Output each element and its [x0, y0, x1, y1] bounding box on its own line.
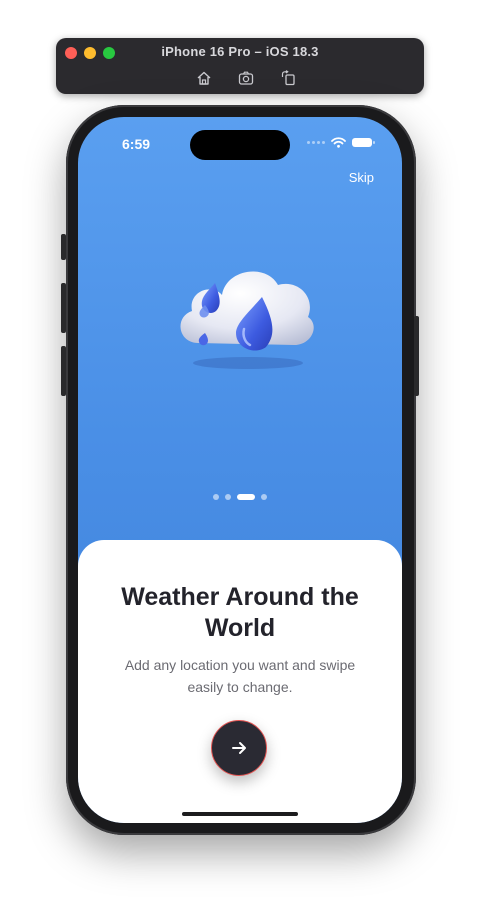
next-button[interactable]	[211, 720, 267, 776]
onboarding-headline: Weather Around the World	[121, 583, 359, 642]
onboarding-card: Weather Around the World Add any locatio…	[78, 540, 402, 823]
dynamic-island	[190, 130, 290, 160]
page-dot[interactable]	[261, 494, 267, 500]
battery-icon	[352, 138, 375, 147]
action-button	[61, 234, 66, 260]
page-dot[interactable]	[213, 494, 219, 500]
power-button	[414, 316, 419, 396]
home-icon[interactable]	[194, 68, 214, 88]
volume-down-button	[61, 346, 66, 396]
arrow-right-icon	[232, 742, 246, 754]
home-indicator[interactable]	[182, 812, 298, 816]
page-dot[interactable]	[225, 494, 231, 500]
status-icons	[307, 137, 375, 148]
skip-button[interactable]: Skip	[349, 170, 374, 185]
volume-up-button	[61, 283, 66, 333]
status-time: 6:59	[122, 136, 151, 152]
onboarding-screen: 6:59 Skip Weather Around the World Add a…	[78, 117, 402, 823]
cellular-icon	[307, 141, 325, 144]
simulator-title: iPhone 16 Pro – iOS 18.3	[161, 44, 319, 59]
onboarding-subtitle: Add any location you want and swipe easi…	[124, 657, 356, 695]
simulator-toolbar: iPhone 16 Pro – iOS 18.3	[56, 38, 424, 94]
rain-cloud-illustration	[180, 271, 314, 369]
page-indicator	[78, 494, 402, 500]
rotate-icon[interactable]	[278, 68, 298, 88]
wifi-icon	[331, 137, 346, 148]
screenshot-icon[interactable]	[236, 68, 256, 88]
page-dot-active[interactable]	[237, 494, 255, 500]
